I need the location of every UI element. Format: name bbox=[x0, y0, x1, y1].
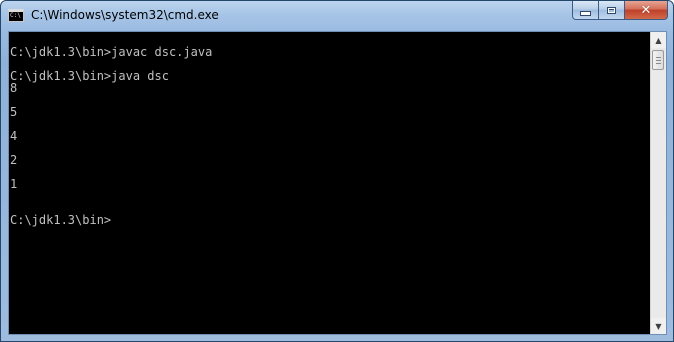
thumb-grip-line bbox=[656, 57, 661, 58]
scroll-up-button[interactable]: ▲ bbox=[651, 32, 666, 48]
close-button[interactable]: ✕ bbox=[625, 1, 668, 20]
console-line: 4 bbox=[10, 129, 18, 143]
console-line: C:\jdk1.3\bin>java dsc bbox=[10, 69, 169, 83]
caption-buttons: ✕ bbox=[572, 1, 668, 21]
console-line: C:\jdk1.3\bin>javac dsc.java bbox=[10, 45, 213, 59]
console-line: 5 bbox=[10, 105, 18, 119]
scroll-up-arrow-icon: ▲ bbox=[655, 35, 662, 45]
scroll-thumb[interactable] bbox=[652, 50, 664, 70]
thumb-grip-line bbox=[656, 60, 661, 61]
cmd-icon-text: C:\ bbox=[10, 12, 21, 19]
minimize-button[interactable] bbox=[572, 1, 599, 20]
cmd-icon[interactable]: C:\ bbox=[8, 9, 24, 22]
minimize-icon bbox=[580, 11, 591, 16]
close-icon: ✕ bbox=[640, 2, 652, 18]
console-output[interactable]: C:\jdk1.3\bin>javac dsc.java C:\jdk1.3\bi… bbox=[9, 32, 650, 334]
vertical-scrollbar[interactable]: ▲ ▼ bbox=[650, 32, 666, 334]
cmd-window: C:\ C:\Windows\system32\cmd.exe ✕ C:\jdk… bbox=[0, 0, 674, 342]
console-area[interactable]: C:\jdk1.3\bin>javac dsc.java C:\jdk1.3\bi… bbox=[8, 31, 667, 335]
maximize-icon bbox=[607, 6, 616, 14]
maximize-button[interactable] bbox=[599, 1, 625, 20]
thumb-grip-line bbox=[656, 63, 661, 64]
scroll-down-arrow-icon: ▼ bbox=[655, 321, 662, 331]
scroll-down-button[interactable]: ▼ bbox=[651, 318, 666, 334]
console-line: 2 bbox=[10, 153, 18, 167]
console-line: 1 bbox=[10, 177, 18, 191]
console-line: C:\jdk1.3\bin> bbox=[10, 213, 112, 227]
title-bar[interactable]: C:\ C:\Windows\system32\cmd.exe ✕ bbox=[1, 1, 673, 30]
console-line: 8 bbox=[10, 81, 18, 95]
window-title: C:\Windows\system32\cmd.exe bbox=[31, 8, 219, 22]
